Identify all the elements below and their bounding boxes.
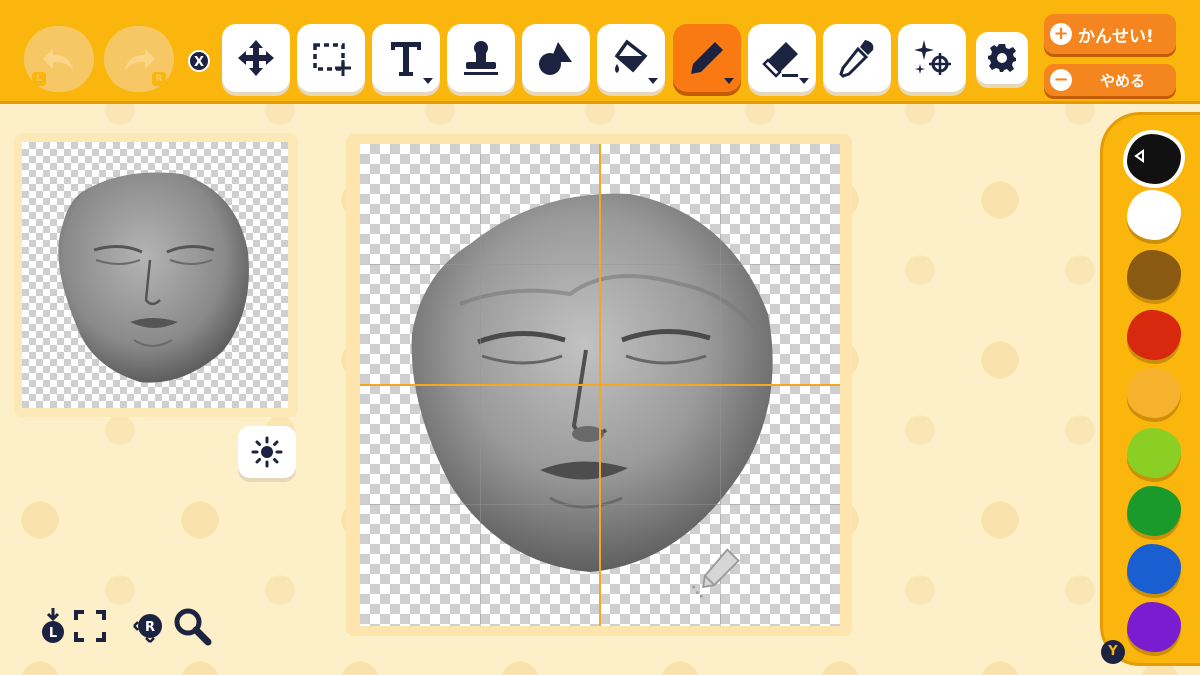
tool-fill[interactable] (597, 24, 665, 92)
fit-screen-button[interactable] (70, 604, 110, 648)
preview-canvas (22, 142, 288, 408)
pan-button[interactable]: R (130, 604, 170, 648)
x-button-badge: X (188, 50, 210, 72)
center-guide-horizontal (360, 384, 840, 386)
gear-icon (988, 44, 1016, 72)
undo-button[interactable]: L (24, 26, 94, 92)
done-button[interactable]: + かんせい! (1044, 14, 1176, 54)
text-icon (391, 42, 421, 76)
drawing-canvas[interactable] (360, 144, 840, 626)
tool-effects[interactable] (898, 24, 966, 92)
chevron-down-icon (799, 78, 809, 84)
chevron-down-icon (724, 78, 734, 84)
magnifier-icon (174, 608, 212, 646)
fit-screen-icon (74, 610, 106, 642)
tool-eyedropper[interactable] (823, 24, 891, 92)
plus-icon: + (1050, 23, 1072, 45)
sparkle-icon (914, 40, 951, 75)
settings-button[interactable] (976, 32, 1028, 84)
done-label: かんせい! (1078, 26, 1154, 47)
redo-button[interactable]: R (104, 26, 174, 92)
stick-press-l-icon: L (42, 608, 64, 643)
face-drawing-thumbnail (58, 172, 249, 383)
zoom-button[interactable] (170, 604, 214, 648)
stick-r-letter: R (145, 620, 155, 635)
selection-box-icon (313, 43, 351, 76)
pen-icon (691, 42, 723, 74)
minus-icon: − (1050, 69, 1072, 91)
eyedropper-icon (839, 40, 874, 78)
move-arrows-icon (238, 40, 274, 76)
zoom-reset-button[interactable]: L (32, 604, 74, 648)
shapes-icon (539, 42, 572, 75)
tool-shape[interactable] (522, 24, 590, 92)
chevron-down-icon (423, 78, 433, 84)
tool-pen[interactable] (673, 24, 741, 92)
undo-shoulder-label: L (32, 72, 46, 86)
y-button-badge: Y (1101, 640, 1125, 664)
cancel-button[interactable]: − やめる (1044, 64, 1176, 96)
redo-shoulder-label: R (152, 72, 166, 86)
chevron-down-icon (648, 78, 658, 84)
stick-l-letter: L (49, 626, 57, 641)
eraser-icon (762, 42, 798, 78)
stick-r-icon: R (133, 614, 162, 643)
stamp-icon (464, 41, 498, 75)
sun-icon (251, 436, 283, 468)
selected-color-indicator-icon (1134, 149, 1144, 163)
tool-move[interactable] (222, 24, 290, 92)
cancel-label: やめる (1100, 71, 1146, 90)
paint-bucket-icon (614, 39, 648, 73)
tool-eraser[interactable] (748, 24, 816, 92)
tool-select[interactable] (297, 24, 365, 92)
tool-text[interactable] (372, 24, 440, 92)
tool-stamp[interactable] (447, 24, 515, 92)
pen-cursor-icon (692, 548, 740, 598)
brightness-button[interactable] (238, 426, 296, 478)
